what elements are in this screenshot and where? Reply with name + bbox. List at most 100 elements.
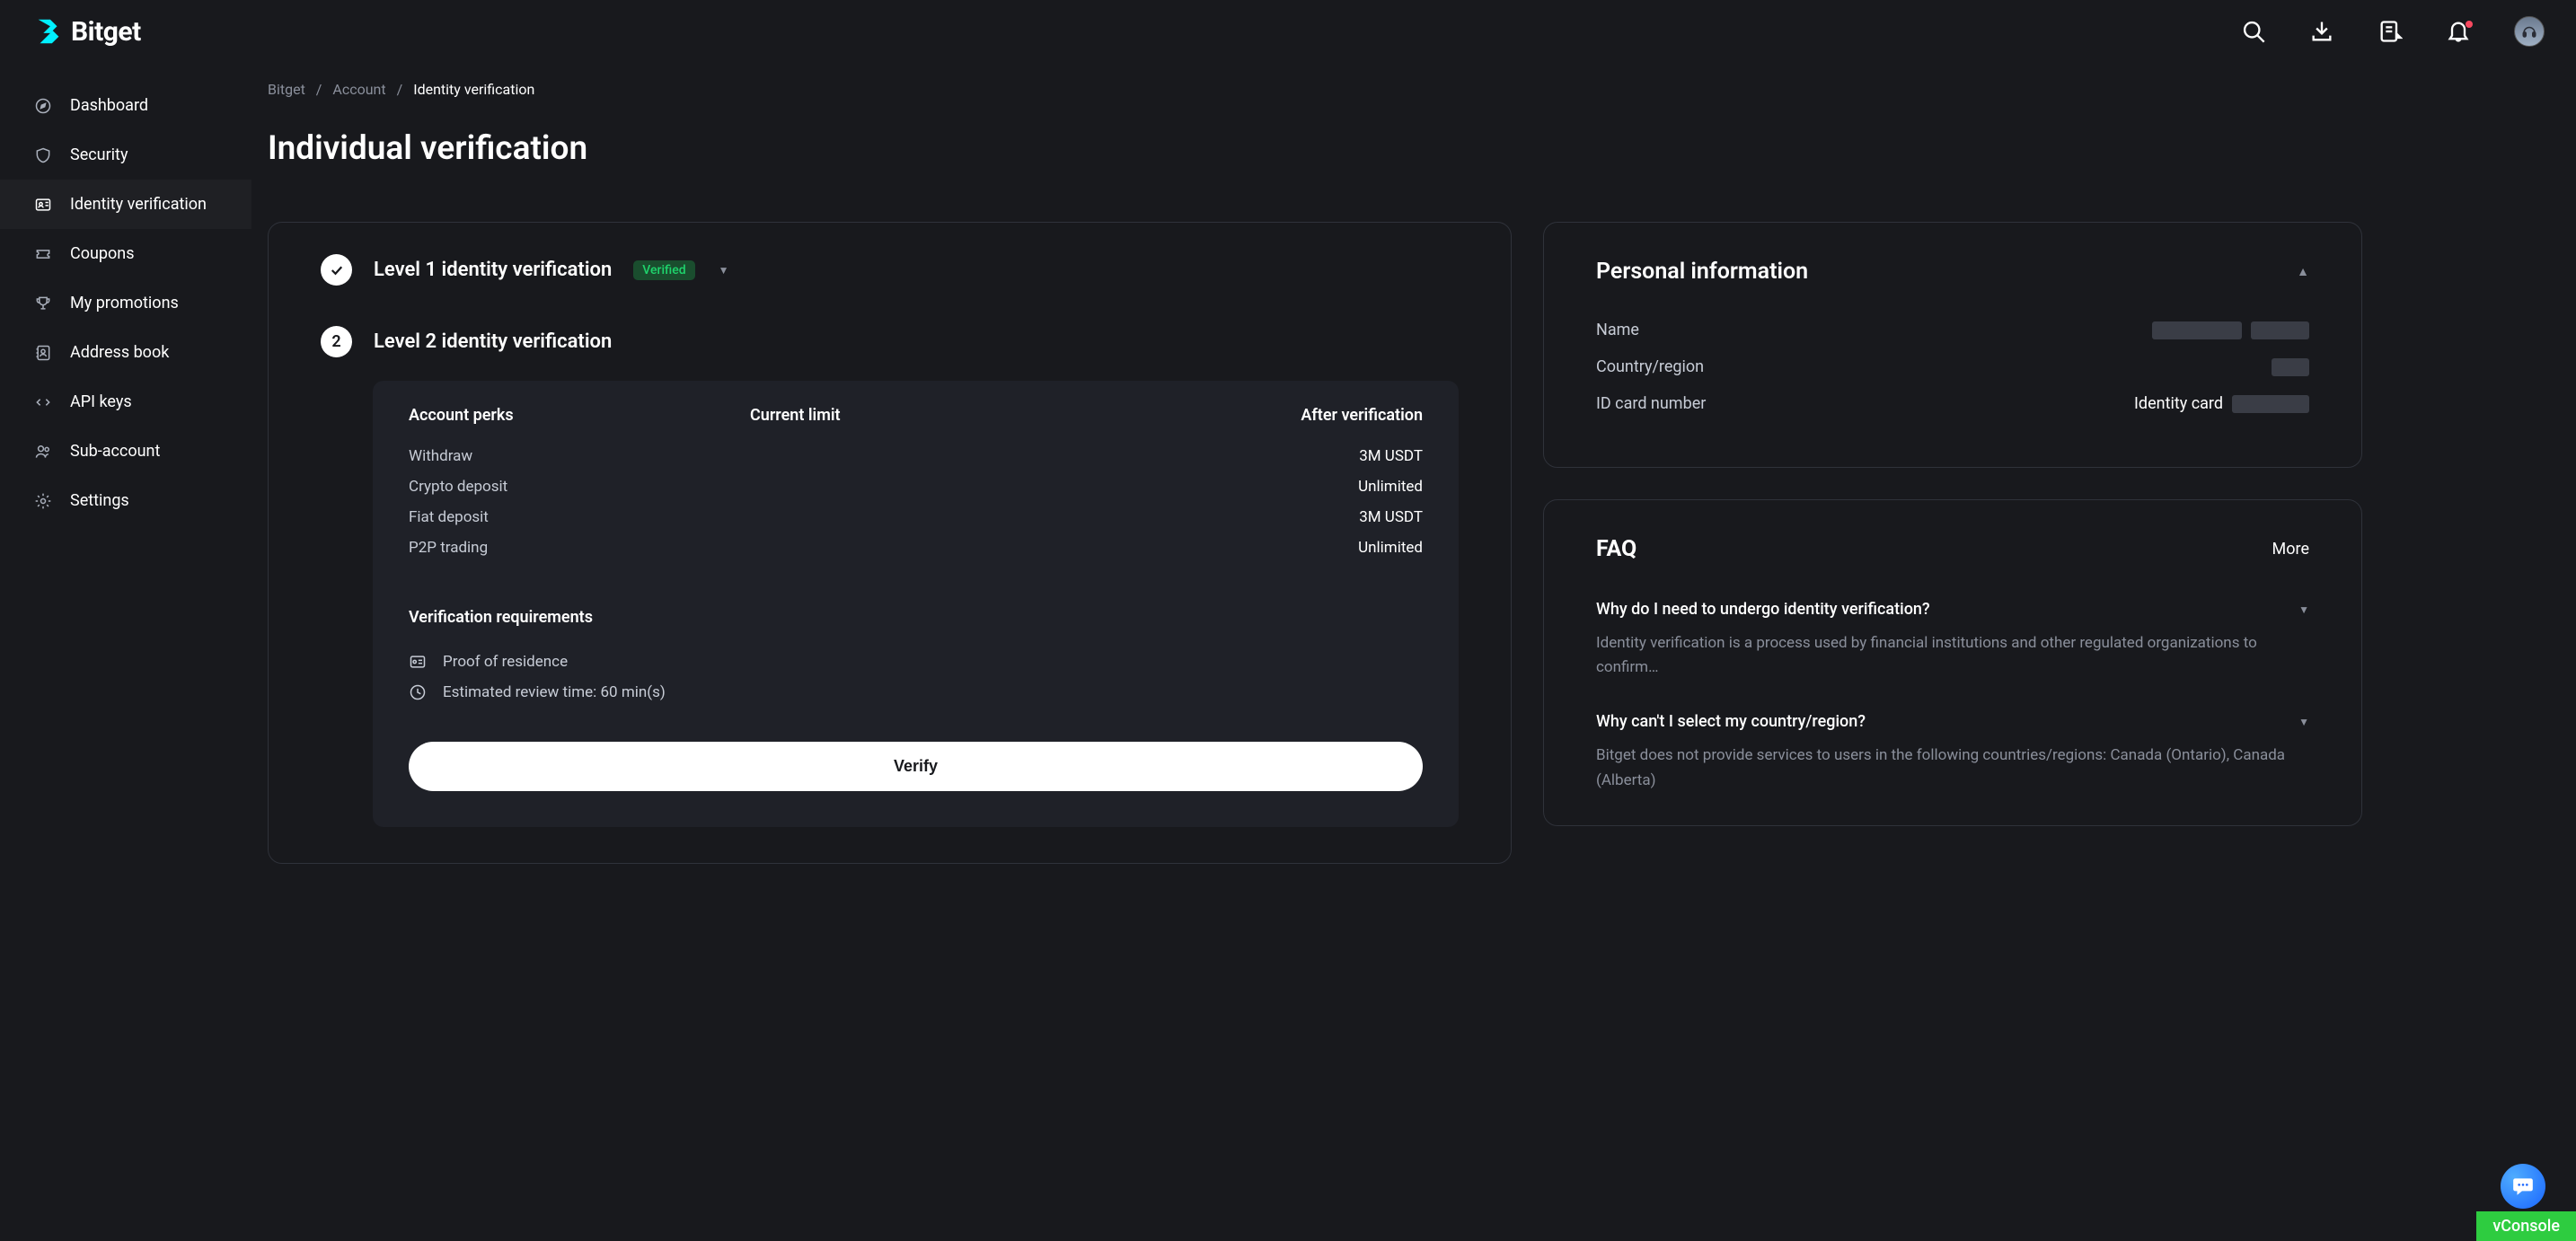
notification-dot [2466, 21, 2473, 28]
perk-current [750, 539, 1028, 557]
perk-current [750, 478, 1028, 496]
faq-card: FAQ More Why do I need to undergo identi… [1543, 499, 2362, 826]
table-row: Crypto deposit Unlimited [409, 471, 1423, 502]
requirement-label: Proof of residence [443, 653, 568, 671]
code-icon [34, 393, 52, 411]
personal-label: Name [1596, 321, 1639, 339]
perk-name: Fiat deposit [409, 508, 750, 526]
orders-icon[interactable] [2378, 19, 2403, 44]
personal-info-card: Personal information ▲ Name Country/regi… [1543, 222, 2362, 468]
chat-icon [2511, 1175, 2535, 1198]
sidebar-item-label: Dashboard [70, 96, 148, 115]
faq-question-text: Why do I need to undergo identity verifi… [1596, 600, 1930, 619]
perk-name: Crypto deposit [409, 478, 750, 496]
level-2-header: 2 Level 2 identity verification [321, 326, 1459, 357]
perk-current [750, 508, 1028, 526]
brand-name: Bitget [71, 16, 141, 48]
trophy-icon [34, 295, 52, 312]
faq-item: Why do I need to undergo identity verifi… [1596, 600, 2309, 680]
breadcrumb-root[interactable]: Bitget [268, 81, 305, 98]
personal-value-redacted [2272, 358, 2309, 376]
faq-answer: Bitget does not provide services to user… [1596, 744, 2309, 792]
sidebar-item-coupons[interactable]: Coupons [0, 229, 251, 278]
avatar[interactable] [2514, 16, 2545, 47]
sidebar-item-sub-account[interactable]: Sub-account [0, 427, 251, 476]
avatar-headphones-icon [2521, 23, 2537, 40]
faq-more-link[interactable]: More [2272, 540, 2309, 559]
verification-levels-card: Level 1 identity verification Verified ▼… [268, 222, 1512, 864]
vconsole-button[interactable]: vConsole [2476, 1211, 2576, 1241]
personal-row-name: Name [1596, 312, 2309, 348]
sidebar-item-label: Sub-account [70, 442, 160, 461]
perks-col-current: Current limit [750, 406, 1028, 425]
breadcrumb-account[interactable]: Account [332, 81, 385, 98]
search-icon[interactable] [2241, 19, 2266, 44]
chat-support-button[interactable] [2501, 1164, 2545, 1209]
personal-row-country: Country/region [1596, 348, 2309, 385]
breadcrumb-current: Identity verification [413, 81, 534, 98]
page-title: Individual verification [268, 129, 2522, 168]
personal-value: Identity card [2134, 394, 2309, 413]
level-1-block: Level 1 identity verification Verified ▼ [321, 254, 1459, 286]
requirements-title: Verification requirements [409, 608, 1423, 627]
faq-question[interactable]: Why can't I select my country/region? ▼ [1596, 712, 2309, 731]
document-icon [409, 653, 427, 671]
faq-question-text: Why can't I select my country/region? [1596, 712, 1866, 731]
clock-icon [409, 683, 427, 701]
personal-label: Country/region [1596, 357, 1704, 376]
id-card-icon [34, 196, 52, 214]
sidebar-item-label: My promotions [70, 294, 179, 312]
faq-item: Why can't I select my country/region? ▼ … [1596, 712, 2309, 792]
compass-icon [34, 97, 52, 115]
personal-value-redacted [2232, 395, 2309, 413]
id-type: Identity card [2134, 394, 2223, 413]
level-2-perks: Account perks Current limit After verifi… [373, 381, 1459, 827]
sidebar-item-api-keys[interactable]: API keys [0, 377, 251, 427]
verified-badge: Verified [633, 260, 694, 280]
personal-info-header[interactable]: Personal information ▲ [1596, 259, 2309, 285]
table-row: Withdraw 3M USDT [409, 441, 1423, 471]
brand-logo[interactable]: Bitget [31, 14, 141, 48]
sidebar-item-address-book[interactable]: Address book [0, 328, 251, 377]
sidebar-item-dashboard[interactable]: Dashboard [0, 81, 251, 130]
level-2-title: Level 2 identity verification [374, 330, 612, 353]
level-1-header[interactable]: Level 1 identity verification Verified ▼ [321, 254, 1459, 286]
faq-answer: Identity verification is a process used … [1596, 631, 2309, 680]
sidebar-item-security[interactable]: Security [0, 130, 251, 180]
sidebar-item-identity[interactable]: Identity verification [0, 180, 251, 229]
level-2-step-icon: 2 [321, 326, 352, 357]
breadcrumb: Bitget / Account / Identity verification [268, 81, 2522, 98]
address-book-icon [34, 344, 52, 362]
download-icon[interactable] [2309, 19, 2334, 44]
perk-after: Unlimited [1028, 539, 1423, 557]
perks-col-after: After verification [1028, 406, 1423, 425]
sidebar-item-label: Security [70, 145, 128, 164]
shield-icon [34, 146, 52, 164]
perk-after: Unlimited [1028, 478, 1423, 496]
sidebar-item-label: Settings [70, 491, 129, 510]
notification-icon[interactable] [2446, 19, 2471, 44]
level-1-check-icon [321, 254, 352, 286]
personal-info-title: Personal information [1596, 259, 1808, 285]
perk-name: Withdraw [409, 447, 750, 465]
sidebar-item-label: API keys [70, 392, 132, 411]
faq-title: FAQ [1596, 536, 1636, 562]
chevron-down-icon: ▼ [719, 264, 729, 277]
sidebar-item-settings[interactable]: Settings [0, 476, 251, 525]
sidebar-item-promotions[interactable]: My promotions [0, 278, 251, 328]
bitget-icon [31, 14, 66, 48]
verify-button[interactable]: Verify [409, 742, 1423, 791]
perk-name: P2P trading [409, 539, 750, 557]
chevron-down-icon: ▼ [2298, 716, 2309, 728]
perk-after: 3M USDT [1028, 447, 1423, 465]
sidebar: Dashboard Security Identity verification… [0, 63, 251, 864]
faq-question[interactable]: Why do I need to undergo identity verifi… [1596, 600, 2309, 619]
requirement-label: Estimated review time: 60 min(s) [443, 683, 666, 701]
sidebar-item-label: Identity verification [70, 195, 207, 214]
perk-after: 3M USDT [1028, 508, 1423, 526]
breadcrumb-sep: / [316, 81, 322, 98]
table-row: P2P trading Unlimited [409, 532, 1423, 563]
chevron-up-icon: ▲ [2297, 264, 2309, 279]
level-1-title: Level 1 identity verification [374, 259, 612, 281]
ticket-icon [34, 245, 52, 263]
